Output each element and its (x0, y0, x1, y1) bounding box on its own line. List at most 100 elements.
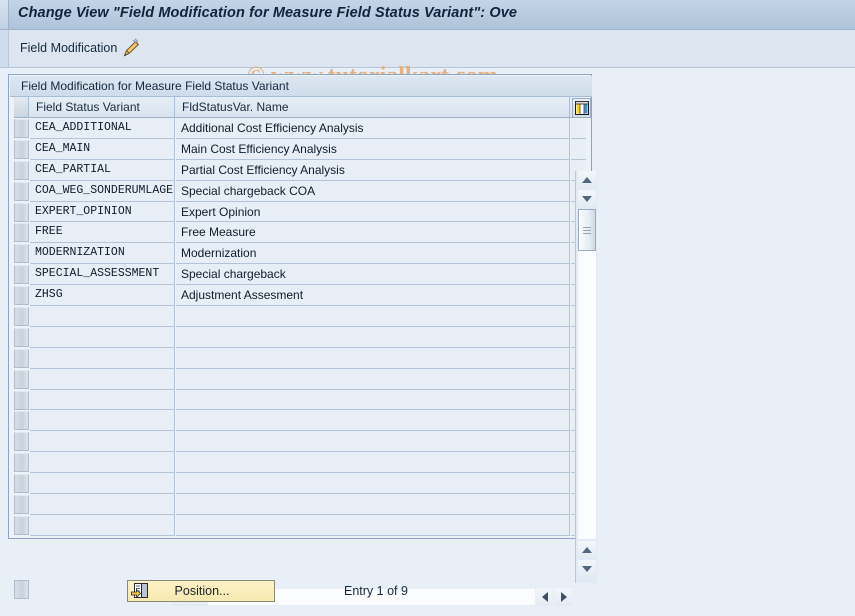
cell-field-status-variant[interactable]: ZHSG (30, 285, 175, 307)
cell-fldstatusvar-name[interactable]: Adjustment Assesment (176, 285, 570, 307)
row-select-cell[interactable] (14, 327, 29, 347)
cell-field-status-variant[interactable] (30, 494, 175, 515)
table-row[interactable]: CEA_MAIN Main Cost Efficiency Analysis (14, 138, 586, 160)
table-row[interactable] (14, 347, 586, 369)
triangle-down-icon (582, 195, 592, 202)
cell-field-status-variant[interactable] (30, 368, 175, 390)
cell-fldstatusvar-name[interactable] (176, 326, 570, 348)
position-button[interactable]: Position... (127, 580, 275, 602)
table-row[interactable] (14, 326, 586, 348)
table-row[interactable] (14, 514, 586, 536)
cell-fldstatusvar-name[interactable] (176, 389, 570, 411)
row-select-cell[interactable] (14, 265, 29, 285)
row-select-cell[interactable] (14, 160, 29, 180)
cell-field-status-variant[interactable] (30, 431, 175, 453)
row-select-cell[interactable] (14, 495, 29, 515)
table-row[interactable] (14, 306, 586, 327)
row-select-cell[interactable] (14, 390, 29, 410)
cell-field-status-variant[interactable] (30, 389, 175, 411)
cell-fldstatusvar-name[interactable] (176, 368, 570, 390)
table-row[interactable] (14, 452, 586, 474)
column-header-field-status-variant[interactable]: Field Status Variant (30, 97, 175, 117)
cell-field-status-variant[interactable]: CEA_PARTIAL (30, 159, 175, 181)
cell-fldstatusvar-name[interactable] (176, 306, 570, 327)
cell-field-status-variant[interactable] (30, 347, 175, 369)
row-select-cell[interactable] (14, 181, 29, 201)
table-row[interactable] (14, 473, 586, 495)
cell-fldstatusvar-name[interactable] (176, 410, 570, 432)
table-row[interactable]: EXPERT_OPINION Expert Opinion (14, 201, 586, 223)
table-row[interactable]: COA_WEG_SONDERUMLAGE Special chargeback C… (14, 180, 586, 202)
row-select-cell[interactable] (14, 202, 29, 222)
cell-fldstatusvar-name[interactable]: Additional Cost Efficiency Analysis (176, 118, 570, 139)
cell-field-status-variant[interactable]: CEA_ADDITIONAL (30, 118, 175, 139)
table-row[interactable]: CEA_PARTIAL Partial Cost Efficiency Analy… (14, 159, 586, 181)
cell-fldstatusvar-name[interactable]: Special chargeback COA (176, 180, 570, 202)
cell-fldstatusvar-name[interactable]: Free Measure (176, 222, 570, 244)
table-row[interactable] (14, 368, 586, 390)
cell-field-status-variant[interactable] (30, 326, 175, 348)
table-row[interactable]: CEA_ADDITIONAL Additional Cost Efficiency… (14, 118, 586, 139)
triangle-right-icon (560, 592, 567, 602)
cell-field-status-variant[interactable]: COA_WEG_SONDERUMLAGE (30, 180, 175, 202)
field-status-variant-grid: Field Status Variant FldStatusVar. Name … (10, 97, 592, 538)
cell-fldstatusvar-name[interactable] (176, 514, 570, 536)
cell-fldstatusvar-name[interactable]: Modernization (176, 243, 570, 265)
cell-field-status-variant[interactable] (30, 306, 175, 327)
table-row[interactable]: ZHSG Adjustment Assesment (14, 285, 586, 307)
row-select-cell[interactable] (14, 369, 29, 389)
cell-field-status-variant[interactable]: FREE (30, 222, 175, 244)
cell-fldstatusvar-name[interactable]: Special chargeback (176, 264, 570, 286)
scroll-down-button[interactable] (578, 190, 596, 207)
row-select-cell[interactable] (14, 474, 29, 494)
scroll-left-button-right[interactable] (536, 588, 553, 606)
scroll-up-button-bottom[interactable] (578, 541, 596, 558)
select-all-cell[interactable] (14, 97, 29, 117)
cell-field-status-variant[interactable]: CEA_MAIN (30, 138, 175, 160)
row-select-cell[interactable] (14, 139, 29, 159)
grid-gutter-end-cell[interactable] (14, 580, 29, 599)
row-select-cell[interactable] (14, 307, 29, 327)
table-row[interactable]: FREE Free Measure (14, 222, 586, 244)
table-row[interactable]: MODERNIZATION Modernization (14, 243, 586, 265)
cell-field-status-variant[interactable] (30, 514, 175, 536)
table-row[interactable] (14, 389, 586, 411)
cell-fldstatusvar-name[interactable]: Partial Cost Efficiency Analysis (176, 159, 570, 181)
vertical-scrollbar[interactable] (575, 171, 597, 583)
table-row[interactable] (14, 494, 586, 515)
cell-field-status-variant[interactable] (30, 410, 175, 432)
table-row[interactable]: SPECIAL_ASSESSMENT Special chargeback (14, 264, 586, 286)
row-select-cell[interactable] (14, 453, 29, 473)
cell-field-status-variant[interactable] (30, 452, 175, 474)
cell-fldstatusvar-name[interactable] (176, 431, 570, 453)
row-select-cell[interactable] (14, 411, 29, 431)
cell-fldstatusvar-name[interactable]: Main Cost Efficiency Analysis (176, 138, 570, 160)
cell-fldstatusvar-name[interactable] (176, 452, 570, 474)
pencil-icon[interactable] (120, 38, 142, 60)
row-select-cell[interactable] (14, 515, 29, 535)
cell-field-status-variant[interactable]: EXPERT_OPINION (30, 201, 175, 223)
cell-fldstatusvar-name[interactable] (176, 473, 570, 495)
scroll-right-button-right[interactable] (555, 588, 572, 606)
row-select-cell[interactable] (14, 119, 29, 138)
table-settings-icon[interactable] (572, 98, 591, 118)
cell-field-status-variant[interactable]: SPECIAL_ASSESSMENT (30, 264, 175, 286)
cell-fldstatusvar-name[interactable] (176, 494, 570, 515)
vertical-scrollbar-track[interactable] (578, 251, 596, 539)
row-select-cell[interactable] (14, 223, 29, 243)
vertical-scrollbar-thumb[interactable] (578, 209, 596, 251)
row-select-cell[interactable] (14, 432, 29, 452)
row-select-cell[interactable] (14, 348, 29, 368)
row-select-cell[interactable] (14, 244, 29, 264)
cell-field-status-variant[interactable]: MODERNIZATION (30, 243, 175, 265)
scroll-down-button-bottom[interactable] (578, 560, 596, 577)
table-row[interactable] (14, 410, 586, 432)
column-header-fldstatusvar-name[interactable]: FldStatusVar. Name (176, 97, 570, 117)
cell-field-status-variant[interactable] (30, 473, 175, 495)
table-row[interactable] (14, 431, 586, 453)
cell-fldstatusvar-name[interactable] (176, 347, 570, 369)
triangle-left-icon (541, 592, 548, 602)
scroll-up-button[interactable] (578, 171, 596, 188)
row-select-cell[interactable] (14, 286, 29, 306)
cell-fldstatusvar-name[interactable]: Expert Opinion (176, 201, 570, 223)
